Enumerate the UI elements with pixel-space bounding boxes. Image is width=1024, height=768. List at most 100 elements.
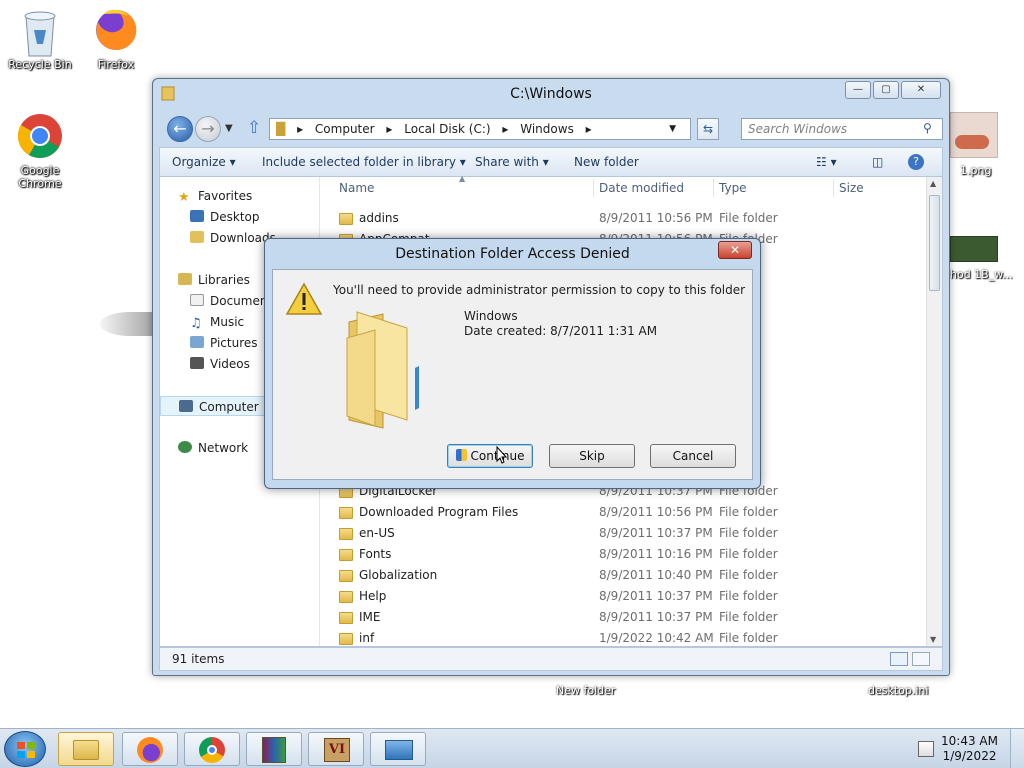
share-with-menu[interactable]: Share with ▾ — [475, 155, 549, 169]
column-header-date[interactable]: Date modified — [599, 181, 684, 195]
file-row[interactable]: en-US 8/9/2011 10:37 PM File folder — [321, 523, 926, 544]
file-row[interactable]: IME 8/9/2011 10:37 PM File folder — [321, 607, 926, 628]
folder-icon — [339, 612, 353, 624]
recycle-bin-desktop-icon[interactable]: Recycle Bin — [0, 6, 80, 71]
explorer-title: C:\Windows — [510, 86, 592, 102]
chrome-label: Google Chrome — [18, 164, 62, 190]
help-icon[interactable]: ? — [908, 154, 924, 170]
view-options-icon[interactable]: ☷ ▾ — [816, 155, 837, 169]
folder-large-icon — [346, 311, 419, 429]
folder-icon — [339, 528, 353, 540]
nav-desktop[interactable]: Desktop — [160, 207, 319, 227]
address-bar[interactable]: █ ▸ Computer ▸ Local Disk (C:) ▸ Windows… — [269, 118, 691, 140]
close-button[interactable]: ✕ — [901, 81, 941, 99]
details-view-icon[interactable] — [890, 652, 908, 666]
organize-menu[interactable]: Organize ▾ — [172, 155, 236, 169]
bullet-decoration — [100, 312, 160, 336]
recycle-bin-label: Recycle Bin — [8, 58, 72, 71]
skip-button[interactable]: Skip — [549, 444, 635, 468]
chrome-desktop-icon[interactable]: Google Chrome — [0, 112, 80, 190]
breadcrumb-local-disk[interactable]: Local Disk (C:) — [404, 122, 490, 136]
video-file-label: hod 1B_w... — [950, 268, 1013, 281]
music-note-icon: ♫ — [190, 316, 202, 331]
chrome-taskbar-icon — [199, 737, 225, 763]
pictures-icon — [190, 336, 204, 348]
taskbar-firefox[interactable] — [122, 732, 178, 766]
column-header-type[interactable]: Type — [719, 181, 747, 195]
access-denied-dialog[interactable]: Destination Folder Access Denied ✕ You'l… — [264, 238, 761, 489]
photo-viewer-taskbar-icon — [385, 740, 413, 760]
cancel-button[interactable]: Cancel — [650, 444, 736, 468]
search-icon[interactable]: ⚲ — [923, 121, 932, 135]
column-divider — [713, 179, 714, 197]
preview-pane-icon[interactable]: ◫ — [872, 155, 883, 169]
show-desktop-button[interactable] — [1010, 729, 1024, 768]
command-toolbar: Organize ▾ Include selected folder in li… — [159, 147, 943, 177]
status-bar: 91 items — [159, 647, 943, 671]
file-row[interactable]: inf 1/9/2022 10:42 AM File folder — [321, 628, 926, 649]
file-row[interactable]: Downloaded Program Files 8/9/2011 10:56 P… — [321, 502, 926, 523]
breadcrumb-separator-icon: ▸ — [297, 122, 304, 136]
folder-icon — [339, 570, 353, 582]
dialog-message: You'll need to provide administrator per… — [333, 283, 746, 297]
firefox-desktop-icon[interactable]: Firefox — [76, 6, 156, 71]
folder-icon — [339, 591, 353, 603]
clock-time: 10:43 AM — [941, 734, 998, 748]
forward-button[interactable]: → — [195, 116, 221, 142]
maximize-button[interactable]: ▢ — [873, 81, 899, 99]
large-icons-view-icon[interactable] — [912, 652, 930, 666]
file-row[interactable]: Globalization 8/9/2011 10:40 PM File folde… — [321, 565, 926, 586]
file-row[interactable]: Help 8/9/2011 10:37 PM File folder — [321, 586, 926, 607]
star-icon: ★ — [178, 190, 190, 205]
column-divider — [593, 179, 594, 197]
dialog-title: Destination Folder Access Denied — [395, 246, 630, 262]
png-file-label: 1.png — [960, 164, 992, 177]
dialog-close-button[interactable]: ✕ — [718, 241, 752, 259]
folder-icon — [339, 633, 353, 645]
breadcrumb-computer[interactable]: Computer — [315, 122, 375, 136]
folder-name: Windows — [464, 309, 518, 323]
breadcrumb-windows[interactable]: Windows — [520, 122, 574, 136]
taskbar-winrar[interactable] — [246, 732, 302, 766]
nav-favorites[interactable]: ★ Favorites — [160, 186, 319, 206]
scrollbar-thumb[interactable] — [929, 195, 940, 291]
up-arrow-icon[interactable]: ⇧ — [247, 118, 261, 138]
file-row[interactable]: Fonts 8/9/2011 10:16 PM File folder — [321, 544, 926, 565]
explorer-titlebar[interactable]: C:\Windows — ▢ ✕ — [153, 79, 949, 111]
minimize-button[interactable]: — — [845, 81, 871, 99]
recent-pages-chevron-icon[interactable]: ▼ — [225, 123, 233, 134]
breadcrumb-separator-icon: ▸ — [585, 122, 592, 136]
column-header-size[interactable]: Size — [839, 181, 864, 195]
taskbar-explorer[interactable] — [58, 732, 114, 766]
item-count: 91 items — [172, 652, 225, 666]
continue-button[interactable]: Continue — [447, 444, 533, 468]
scroll-up-icon[interactable]: ▲ — [930, 179, 936, 188]
documents-icon — [190, 294, 204, 306]
file-row[interactable]: addins 8/9/2011 10:56 PM File folder — [321, 208, 926, 229]
search-input[interactable]: Search Windows — [741, 118, 943, 140]
include-in-library-menu[interactable]: Include selected folder in library ▾ — [262, 155, 466, 169]
address-dropdown-icon[interactable]: ▼ — [669, 119, 676, 139]
png-file-thumbnail[interactable] — [950, 112, 998, 158]
video-file-thumbnail[interactable] — [950, 236, 998, 262]
folder-taskbar-icon — [73, 740, 99, 760]
new-folder-button[interactable]: New folder — [574, 155, 639, 169]
column-divider — [833, 179, 834, 197]
back-button[interactable]: ← — [167, 116, 193, 142]
recycle-bin-icon — [16, 6, 64, 57]
taskbar-app-vi[interactable]: VI — [308, 732, 364, 766]
system-clock[interactable]: 10:43 AM 1/9/2022 — [941, 734, 998, 764]
start-button[interactable] — [4, 731, 46, 767]
dialog-body: You'll need to provide administrator per… — [272, 269, 753, 480]
taskbar-chrome[interactable] — [184, 732, 240, 766]
vertical-scrollbar[interactable]: ▲ ▼ — [926, 177, 942, 646]
firefox-taskbar-icon — [137, 737, 163, 763]
scroll-down-icon[interactable]: ▼ — [930, 635, 936, 644]
network-icon — [178, 441, 192, 453]
action-center-flag-icon[interactable] — [918, 741, 934, 757]
column-header-name[interactable]: Name — [339, 181, 374, 195]
png-thumb-shape — [955, 135, 989, 149]
clock-date: 1/9/2022 — [942, 749, 997, 763]
refresh-button[interactable]: ⇆ — [697, 118, 719, 140]
taskbar-photo-viewer[interactable] — [370, 732, 426, 766]
